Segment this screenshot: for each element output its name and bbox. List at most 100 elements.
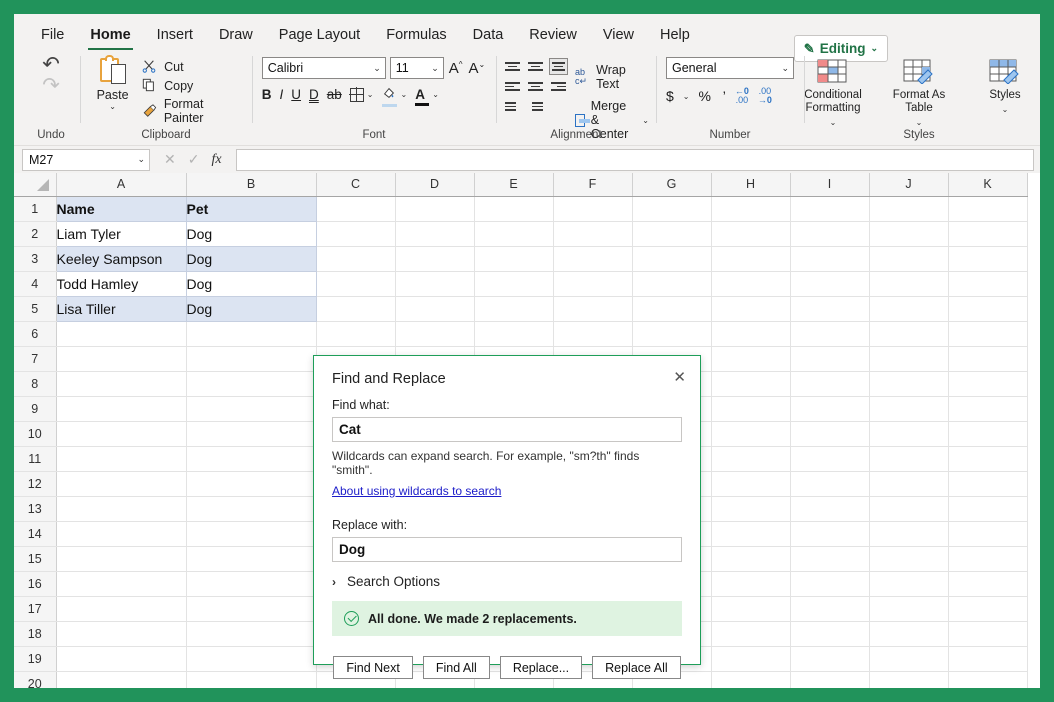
cell-J7[interactable] bbox=[869, 346, 948, 371]
increase-indent-button[interactable] bbox=[526, 98, 545, 115]
tab-insert[interactable]: Insert bbox=[144, 27, 206, 50]
cell-B3[interactable]: Dog bbox=[186, 246, 316, 271]
cell-F1[interactable] bbox=[553, 196, 632, 221]
cell-C6[interactable] bbox=[316, 321, 395, 346]
tab-help[interactable]: Help bbox=[647, 27, 703, 50]
cell-J1[interactable] bbox=[869, 196, 948, 221]
cell-E5[interactable] bbox=[474, 296, 553, 321]
cell-B15[interactable] bbox=[186, 546, 316, 571]
cell-H10[interactable] bbox=[711, 421, 790, 446]
cell-E3[interactable] bbox=[474, 246, 553, 271]
select-all-corner[interactable] bbox=[14, 173, 56, 196]
cell-K16[interactable] bbox=[948, 571, 1027, 596]
cell-A18[interactable] bbox=[56, 621, 186, 646]
cell-I6[interactable] bbox=[790, 321, 869, 346]
cell-B1[interactable]: Pet bbox=[186, 196, 316, 221]
tab-home[interactable]: Home bbox=[77, 27, 143, 50]
cell-I11[interactable] bbox=[790, 446, 869, 471]
cell-G1[interactable] bbox=[632, 196, 711, 221]
close-icon[interactable]: ✕ bbox=[673, 370, 686, 385]
row-header-5[interactable]: 5 bbox=[14, 296, 56, 321]
cell-A19[interactable] bbox=[56, 646, 186, 671]
cell-K8[interactable] bbox=[948, 371, 1027, 396]
cell-B16[interactable] bbox=[186, 571, 316, 596]
cell-I9[interactable] bbox=[790, 396, 869, 421]
cell-A1[interactable]: Name bbox=[56, 196, 186, 221]
cell-H12[interactable] bbox=[711, 471, 790, 496]
cell-B14[interactable] bbox=[186, 521, 316, 546]
cell-D1[interactable] bbox=[395, 196, 474, 221]
cell-B4[interactable]: Dog bbox=[186, 271, 316, 296]
cell-J13[interactable] bbox=[869, 496, 948, 521]
column-header-g[interactable]: G bbox=[632, 173, 711, 196]
cell-H16[interactable] bbox=[711, 571, 790, 596]
cell-F3[interactable] bbox=[553, 246, 632, 271]
row-header-11[interactable]: 11 bbox=[14, 446, 56, 471]
cell-A16[interactable] bbox=[56, 571, 186, 596]
row-header-19[interactable]: 19 bbox=[14, 646, 56, 671]
cell-J9[interactable] bbox=[869, 396, 948, 421]
cell-I16[interactable] bbox=[790, 571, 869, 596]
tab-file[interactable]: File bbox=[28, 27, 77, 50]
cell-A8[interactable] bbox=[56, 371, 186, 396]
cell-F4[interactable] bbox=[553, 271, 632, 296]
search-options-toggle[interactable]: › Search Options bbox=[332, 574, 682, 589]
cell-K9[interactable] bbox=[948, 396, 1027, 421]
cell-G6[interactable] bbox=[632, 321, 711, 346]
cell-H11[interactable] bbox=[711, 446, 790, 471]
confirm-formula-icon[interactable]: ✓ bbox=[188, 151, 200, 168]
cell-K19[interactable] bbox=[948, 646, 1027, 671]
column-header-e[interactable]: E bbox=[474, 173, 553, 196]
cell-I7[interactable] bbox=[790, 346, 869, 371]
cell-C3[interactable] bbox=[316, 246, 395, 271]
cell-J15[interactable] bbox=[869, 546, 948, 571]
cell-B2[interactable]: Dog bbox=[186, 221, 316, 246]
column-header-j[interactable]: J bbox=[869, 173, 948, 196]
borders-icon[interactable] bbox=[350, 88, 364, 102]
tab-data[interactable]: Data bbox=[460, 27, 517, 50]
tab-draw[interactable]: Draw bbox=[206, 27, 266, 50]
cell-H17[interactable] bbox=[711, 596, 790, 621]
cell-G5[interactable] bbox=[632, 296, 711, 321]
cell-A3[interactable]: Keeley Sampson bbox=[56, 246, 186, 271]
cell-K15[interactable] bbox=[948, 546, 1027, 571]
underline-button[interactable]: U bbox=[291, 87, 301, 102]
formula-input[interactable] bbox=[236, 149, 1034, 171]
cell-J16[interactable] bbox=[869, 571, 948, 596]
cell-H20[interactable] bbox=[711, 671, 790, 688]
paste-button[interactable]: Paste ⌄ bbox=[87, 55, 138, 111]
cell-A6[interactable] bbox=[56, 321, 186, 346]
cell-A10[interactable] bbox=[56, 421, 186, 446]
cell-J19[interactable] bbox=[869, 646, 948, 671]
cell-A13[interactable] bbox=[56, 496, 186, 521]
cell-J2[interactable] bbox=[869, 221, 948, 246]
cell-B10[interactable] bbox=[186, 421, 316, 446]
cell-H1[interactable] bbox=[711, 196, 790, 221]
cell-I13[interactable] bbox=[790, 496, 869, 521]
row-header-10[interactable]: 10 bbox=[14, 421, 56, 446]
align-left-button[interactable] bbox=[503, 78, 522, 95]
align-right-button[interactable] bbox=[549, 78, 568, 95]
cell-E4[interactable] bbox=[474, 271, 553, 296]
undo-icon[interactable]: ↶ bbox=[42, 55, 60, 75]
row-header-18[interactable]: 18 bbox=[14, 621, 56, 646]
cell-A20[interactable] bbox=[56, 671, 186, 688]
align-top-button[interactable] bbox=[503, 58, 522, 75]
cell-I18[interactable] bbox=[790, 621, 869, 646]
cell-H6[interactable] bbox=[711, 321, 790, 346]
row-header-16[interactable]: 16 bbox=[14, 571, 56, 596]
cell-I14[interactable] bbox=[790, 521, 869, 546]
font-color-chevron-down-icon[interactable]: ⌄ bbox=[432, 90, 439, 99]
row-header-15[interactable]: 15 bbox=[14, 546, 56, 571]
cell-I8[interactable] bbox=[790, 371, 869, 396]
cell-I12[interactable] bbox=[790, 471, 869, 496]
cell-G3[interactable] bbox=[632, 246, 711, 271]
cell-I3[interactable] bbox=[790, 246, 869, 271]
cell-I10[interactable] bbox=[790, 421, 869, 446]
row-header-13[interactable]: 13 bbox=[14, 496, 56, 521]
cell-J6[interactable] bbox=[869, 321, 948, 346]
cell-K6[interactable] bbox=[948, 321, 1027, 346]
cell-J8[interactable] bbox=[869, 371, 948, 396]
cell-J10[interactable] bbox=[869, 421, 948, 446]
column-header-d[interactable]: D bbox=[395, 173, 474, 196]
